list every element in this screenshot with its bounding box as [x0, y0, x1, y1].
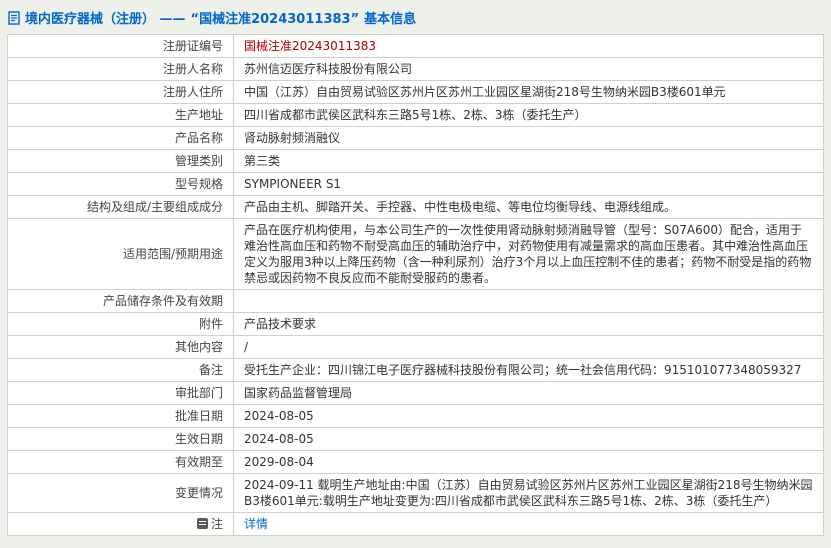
table-row: 生效日期2024-08-05 — [8, 428, 824, 451]
row-label: 其他内容 — [8, 336, 234, 359]
row-value: 2024-09-11 载明生产地址由:中国（江苏）自由贸易试验区苏州片区苏州工业… — [234, 474, 824, 513]
row-label: 附件 — [8, 313, 234, 336]
row-label: 备注 — [8, 359, 234, 382]
table-row: 注册人住所中国（江苏）自由贸易试验区苏州片区苏州工业园区星湖街218号生物纳米园… — [8, 81, 824, 104]
table-row: 结构及组成/主要组成成分产品由主机、脚踏开关、手控器、中性电极电缆、等电位均衡导… — [8, 196, 824, 219]
table-row: 注详情 — [8, 513, 824, 536]
title-suffix: 基本信息 — [364, 8, 416, 27]
table-row: 生产地址四川省成都市武侯区武科东三路5号1栋、2栋、3栋（委托生产） — [8, 104, 824, 127]
row-value: 苏州信迈医疗科技股份有限公司 — [234, 58, 824, 81]
row-label: 注册人名称 — [8, 58, 234, 81]
row-label: 结构及组成/主要组成成分 — [8, 196, 234, 219]
row-value — [234, 290, 824, 313]
row-value: 国家药品监督管理局 — [234, 382, 824, 405]
row-label: 有效期至 — [8, 451, 234, 474]
row-value: 第三类 — [234, 150, 824, 173]
table-row: 管理类别第三类 — [8, 150, 824, 173]
registration-info-table: 注册证编号国械注准20243011383注册人名称苏州信迈医疗科技股份有限公司注… — [7, 34, 824, 536]
row-value: / — [234, 336, 824, 359]
row-label: 适用范围/预期用途 — [8, 219, 234, 290]
table-row: 注册证编号国械注准20243011383 — [8, 35, 824, 58]
row-label: 产品储存条件及有效期 — [8, 290, 234, 313]
table-row: 有效期至2029-08-04 — [8, 451, 824, 474]
row-value: 产品技术要求 — [234, 313, 824, 336]
row-value: 受托生产企业：四川锦江电子医疗器械科技股份有限公司；统一社会信用代码：91510… — [234, 359, 824, 382]
table-body: 注册证编号国械注准20243011383注册人名称苏州信迈医疗科技股份有限公司注… — [8, 35, 824, 536]
row-value: 肾动脉射频消融仪 — [234, 127, 824, 150]
note-icon — [197, 518, 208, 529]
table-row: 附件产品技术要求 — [8, 313, 824, 336]
document-icon — [8, 11, 20, 25]
detail-link[interactable]: 详情 — [244, 517, 268, 531]
row-label: 注 — [8, 513, 234, 536]
row-label: 型号规格 — [8, 173, 234, 196]
row-value: 中国（江苏）自由贸易试验区苏州片区苏州工业园区星湖街218号生物纳米园B3楼60… — [234, 81, 824, 104]
row-label: 变更情况 — [8, 474, 234, 513]
title-registration-number: “国械注准20243011383” — [191, 8, 360, 27]
row-label: 管理类别 — [8, 150, 234, 173]
row-value: 产品在医疗机构使用，与本公司生产的一次性使用肾动脉射频消融导管（型号：S07A6… — [234, 219, 824, 290]
table-row: 审批部门国家药品监督管理局 — [8, 382, 824, 405]
row-value: 2029-08-04 — [234, 451, 824, 474]
table-row: 适用范围/预期用途产品在医疗机构使用，与本公司生产的一次性使用肾动脉射频消融导管… — [8, 219, 824, 290]
row-value: 产品由主机、脚踏开关、手控器、中性电极电缆、等电位均衡导线、电源线组成。 — [234, 196, 824, 219]
table-row: 批准日期2024-08-05 — [8, 405, 824, 428]
row-label: 注册证编号 — [8, 35, 234, 58]
table-row: 产品储存条件及有效期 — [8, 290, 824, 313]
row-value: SYMPIONEER S1 — [234, 173, 824, 196]
table-row: 备注受托生产企业：四川锦江电子医疗器械科技股份有限公司；统一社会信用代码：915… — [8, 359, 824, 382]
table-row: 变更情况2024-09-11 载明生产地址由:中国（江苏）自由贸易试验区苏州片区… — [8, 474, 824, 513]
row-value: 四川省成都市武侯区武科东三路5号1栋、2栋、3栋（委托生产） — [234, 104, 824, 127]
row-value: 国械注准20243011383 — [234, 35, 824, 58]
table-row: 注册人名称苏州信迈医疗科技股份有限公司 — [8, 58, 824, 81]
row-label: 批准日期 — [8, 405, 234, 428]
table-row: 型号规格SYMPIONEER S1 — [8, 173, 824, 196]
row-label: 生产地址 — [8, 104, 234, 127]
row-label: 生效日期 — [8, 428, 234, 451]
page: 境内医疗器械（注册） —— “国械注准20243011383” 基本信息 注册证… — [0, 0, 831, 536]
row-value: 2024-08-05 — [234, 405, 824, 428]
title-prefix: 境内医疗器械（注册） —— — [25, 8, 186, 27]
row-label: 审批部门 — [8, 382, 234, 405]
row-value: 2024-08-05 — [234, 428, 824, 451]
row-value: 详情 — [234, 513, 824, 536]
table-row: 产品名称肾动脉射频消融仪 — [8, 127, 824, 150]
table-row: 其他内容/ — [8, 336, 824, 359]
row-label: 注册人住所 — [8, 81, 234, 104]
page-title: 境内医疗器械（注册） —— “国械注准20243011383” 基本信息 — [7, 6, 824, 34]
row-label: 产品名称 — [8, 127, 234, 150]
